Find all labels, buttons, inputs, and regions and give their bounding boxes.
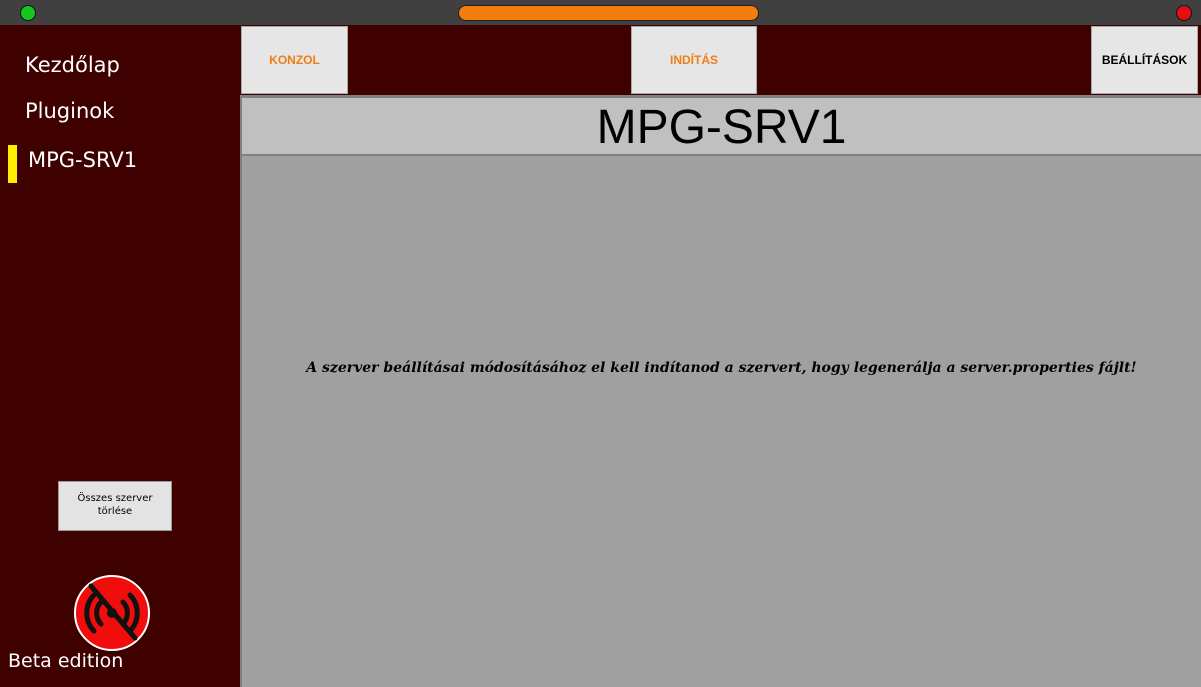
active-indicator bbox=[8, 145, 17, 183]
settings-button[interactable]: BEÁLLÍTÁSOK bbox=[1091, 26, 1198, 94]
sidebar-item-pluginok[interactable]: Pluginok bbox=[0, 91, 240, 131]
main-panel: MPG-SRV1 A szerver beállításai módosítás… bbox=[240, 95, 1201, 687]
close-button[interactable] bbox=[1176, 5, 1192, 21]
start-button[interactable]: INDÍTÁS bbox=[631, 26, 757, 94]
sidebar-item-label: Kezdőlap bbox=[25, 53, 120, 77]
sidebar-item-mpg-srv1[interactable]: MPG-SRV1 bbox=[0, 140, 240, 183]
sidebar: Kezdőlap Pluginok MPG-SRV1 Összes szerve… bbox=[0, 25, 240, 687]
sidebar-item-label: MPG-SRV1 bbox=[28, 148, 138, 172]
edition-label: Beta edition bbox=[8, 650, 124, 672]
sidebar-item-label: Pluginok bbox=[25, 99, 115, 123]
title-drag-handle[interactable] bbox=[458, 5, 759, 21]
server-header: MPG-SRV1 bbox=[242, 95, 1201, 156]
page-title: MPG-SRV1 bbox=[596, 101, 847, 154]
title-bar bbox=[0, 0, 1201, 25]
toolbar: KONZOL INDÍTÁS BEÁLLÍTÁSOK bbox=[240, 25, 1201, 95]
console-button[interactable]: KONZOL bbox=[241, 26, 348, 94]
sidebar-item-kezdolap[interactable]: Kezdőlap bbox=[0, 45, 240, 85]
info-message: A szerver beállításai módosításához el k… bbox=[306, 360, 1137, 376]
minimize-button[interactable] bbox=[20, 5, 36, 21]
no-connection-icon[interactable] bbox=[73, 574, 151, 652]
delete-all-servers-button[interactable]: Összes szerver törlése bbox=[58, 481, 172, 531]
